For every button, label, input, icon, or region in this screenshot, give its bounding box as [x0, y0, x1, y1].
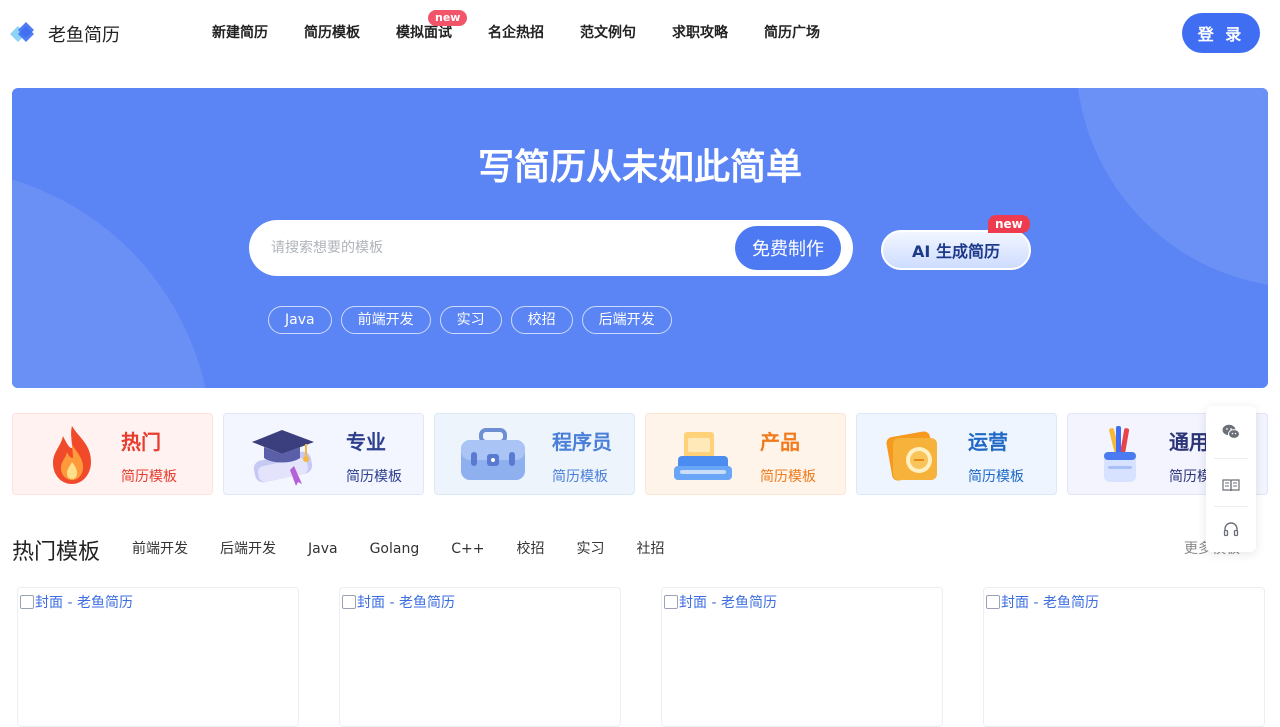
template-filters: 前端开发 后端开发 Java Golang C++ 校招 实习 社招 — [116, 539, 680, 559]
briefcase-icon — [457, 422, 529, 488]
category-title: 通用 — [1169, 430, 1209, 454]
template-card[interactable]: 封面 - 老鱼简历 — [661, 587, 943, 727]
category-card-programmer[interactable]: 程序员 简历模板 — [434, 413, 635, 495]
category-card-professional[interactable]: 专业 简历模板 — [223, 413, 424, 495]
filter-tab[interactable]: 前端开发 — [116, 539, 204, 559]
coin-folder-icon — [881, 422, 947, 488]
filter-tab[interactable]: 后端开发 — [204, 539, 292, 559]
graduation-cap-icon — [244, 422, 320, 488]
template-card[interactable]: 封面 - 老鱼简历 — [17, 587, 299, 727]
category-title: 程序员 — [552, 430, 612, 454]
broken-image-icon — [664, 595, 678, 609]
hero-title: 写简历从未如此简单 — [477, 147, 802, 188]
free-make-button[interactable]: 免费制作 — [735, 226, 841, 270]
filter-tab[interactable]: 社招 — [620, 539, 680, 559]
category-title: 产品 — [760, 430, 800, 454]
nav-job-guide[interactable]: 求职攻略 — [654, 22, 746, 44]
brand-name: 老鱼简历 — [48, 25, 120, 46]
nav-resume-plaza[interactable]: 简历广场 — [746, 22, 838, 44]
nav-sample-sentences[interactable]: 范文例句 — [562, 22, 654, 44]
template-cover: 封面 - 老鱼简历 — [20, 592, 133, 612]
filter-tab[interactable]: 实习 — [560, 539, 620, 559]
filter-tab[interactable]: Java — [292, 539, 354, 559]
divider — [1214, 458, 1248, 459]
category-cards: 热门 简历模板 专业 简历模板 程序员 简历模板 产品 简历模板 运营 简历模板… — [12, 413, 1268, 495]
new-badge: new — [428, 10, 468, 26]
brand-logo[interactable]: 老鱼简历 — [8, 20, 120, 48]
search-tag[interactable]: 实习 — [439, 306, 502, 334]
top-header: 老鱼简历 新建简历 简历模板 模拟面试 new 名企热招 范文例句 求职攻略 简… — [0, 0, 1280, 66]
search-tag[interactable]: Java — [268, 306, 332, 334]
category-card-hot[interactable]: 热门 简历模板 — [12, 413, 213, 495]
template-card[interactable]: 封面 - 老鱼简历 — [983, 587, 1265, 727]
category-title: 热门 — [121, 430, 161, 454]
search-input[interactable] — [271, 220, 731, 276]
template-card[interactable]: 封面 - 老鱼简历 — [339, 587, 621, 727]
main-nav: 新建简历 简历模板 模拟面试 new 名企热招 范文例句 求职攻略 简历广场 — [194, 10, 838, 44]
hero-banner: 写简历从未如此简单 免费制作 AI 生成简历 new Java 前端开发 实习 … — [12, 88, 1268, 388]
divider — [1214, 506, 1248, 507]
nav-top-companies[interactable]: 名企热招 — [470, 22, 562, 44]
search-box: 免费制作 — [249, 220, 853, 276]
book-icon — [1222, 477, 1240, 496]
template-cover: 封面 - 老鱼简历 — [342, 592, 455, 612]
category-subtitle: 简历模板 — [552, 469, 608, 485]
nav-mock-interview[interactable]: 模拟面试 new — [378, 10, 470, 44]
broken-image-icon — [986, 595, 1000, 609]
flame-icon — [39, 422, 105, 488]
nav-new-resume[interactable]: 新建简历 — [194, 22, 286, 44]
filter-tab[interactable]: 校招 — [500, 539, 560, 559]
wechat-icon — [1222, 424, 1240, 444]
search-tag[interactable]: 后端开发 — [581, 306, 672, 334]
category-title: 专业 — [346, 430, 386, 454]
section-title: 热门模板 — [12, 540, 101, 565]
category-subtitle: 简历模板 — [968, 469, 1024, 485]
hero-decoration — [12, 168, 212, 388]
filter-tab[interactable]: Golang — [354, 539, 436, 559]
broken-image-icon — [20, 595, 34, 609]
category-card-product[interactable]: 产品 简历模板 — [645, 413, 846, 495]
search-tag[interactable]: 校招 — [510, 306, 573, 334]
new-badge: new — [988, 215, 1030, 233]
guide-button[interactable] — [1206, 462, 1256, 510]
customer-service-button[interactable] — [1206, 508, 1256, 556]
login-button[interactable]: 登 录 — [1182, 13, 1260, 53]
desk-icon — [670, 422, 736, 488]
template-cover: 封面 - 老鱼简历 — [986, 592, 1099, 612]
category-title: 运营 — [968, 430, 1008, 454]
floating-sidebar — [1206, 406, 1256, 552]
search-tag[interactable]: 前端开发 — [340, 306, 431, 334]
logo-icon — [8, 20, 36, 48]
filter-tab[interactable]: C++ — [435, 539, 500, 559]
wechat-button[interactable] — [1206, 410, 1256, 458]
nav-resume-templates[interactable]: 简历模板 — [286, 22, 378, 44]
category-card-operations[interactable]: 运营 简历模板 — [856, 413, 1057, 495]
category-subtitle: 简历模板 — [760, 469, 816, 485]
category-subtitle: 简历模板 — [346, 469, 402, 485]
pen-holder-icon — [1090, 422, 1150, 488]
broken-image-icon — [342, 595, 356, 609]
headset-icon — [1223, 522, 1239, 542]
template-cover: 封面 - 老鱼简历 — [664, 592, 777, 612]
ai-generate-button[interactable]: AI 生成简历 — [881, 230, 1031, 270]
category-subtitle: 简历模板 — [121, 469, 177, 485]
hot-search-tags: Java 前端开发 实习 校招 后端开发 — [268, 306, 681, 334]
